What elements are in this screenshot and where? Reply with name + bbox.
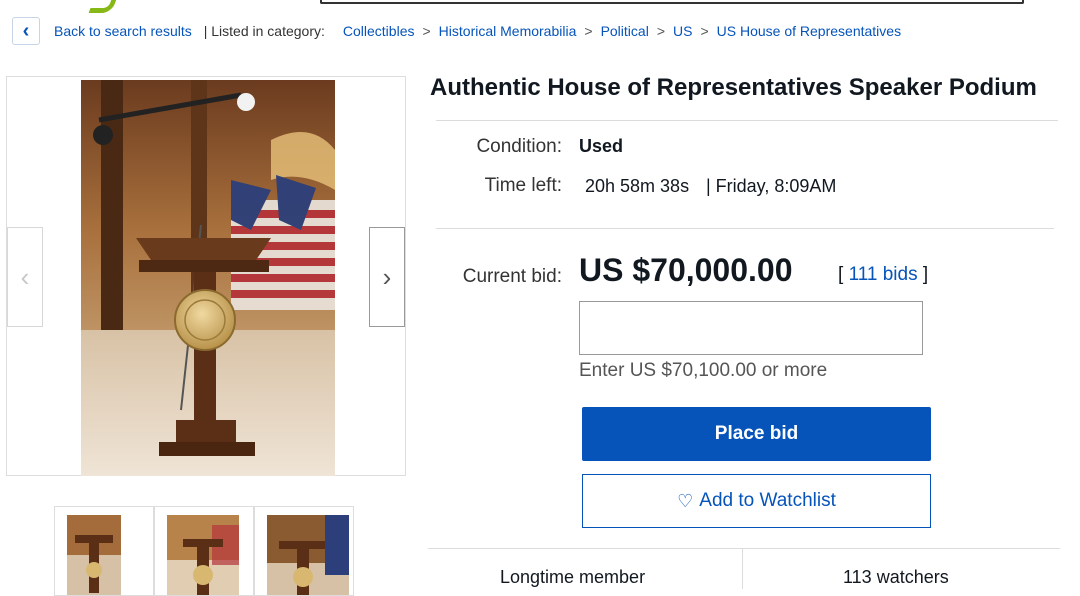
breadcrumb-bar: ‹ Back to search results | Listed in cat… xyxy=(12,16,901,46)
divider xyxy=(436,228,1054,229)
condition-value: Used xyxy=(579,136,624,156)
breadcrumb-us[interactable]: US xyxy=(673,23,692,39)
divider xyxy=(436,120,1058,121)
gallery-prev-button[interactable]: ‹ xyxy=(7,227,43,327)
time-left-value: 20h 58m 38s xyxy=(585,176,690,196)
bid-minimum-hint: Enter US $70,100.00 or more xyxy=(579,360,828,381)
breadcrumb-separator: > xyxy=(584,23,593,39)
time-left-label: Time left: xyxy=(484,175,562,196)
image-gallery: ‹ › xyxy=(6,76,406,476)
breadcrumb-historical-memorabilia[interactable]: Historical Memorabilia xyxy=(439,23,577,39)
bid-count: [ 111 bids ] xyxy=(838,264,929,285)
stats-divider xyxy=(742,549,743,589)
place-bid-button[interactable]: Place bid xyxy=(582,407,931,461)
thumbnail-strip xyxy=(54,506,354,596)
item-title: Authentic House of Representatives Speak… xyxy=(430,74,1037,101)
breadcrumb-political[interactable]: Political xyxy=(601,23,649,39)
auction-end-time: | Friday, 8:09AM xyxy=(706,176,837,196)
back-chevron-icon[interactable]: ‹ xyxy=(12,17,40,45)
back-to-search-link[interactable]: Back to search results xyxy=(54,23,192,39)
gallery-next-button[interactable]: › xyxy=(369,227,405,327)
watchlist-label: Add to Watchlist xyxy=(699,490,836,511)
bid-amount-input[interactable] xyxy=(579,301,923,355)
breadcrumb-collectibles[interactable]: Collectibles xyxy=(343,23,415,39)
current-bid-price: US $70,000.00 xyxy=(579,252,793,288)
breadcrumb-us-house[interactable]: US House of Representatives xyxy=(717,23,901,39)
place-bid-label: Place bid xyxy=(714,423,799,444)
condition-label: Condition: xyxy=(476,136,562,157)
listed-in-category-label: | Listed in category: xyxy=(203,23,325,39)
longtime-member-badge: Longtime member xyxy=(500,567,646,587)
watchers-count: 113 watchers xyxy=(843,567,949,587)
breadcrumb-separator: > xyxy=(422,23,431,39)
ebay-logo-fragment xyxy=(88,0,119,13)
search-bar-edge xyxy=(320,0,1024,4)
breadcrumb-separator: > xyxy=(700,23,709,39)
current-bid-label: Current bid: xyxy=(462,266,562,287)
add-to-watchlist-button[interactable]: ♡ Add to Watchlist xyxy=(582,474,931,528)
heart-icon: ♡ xyxy=(677,490,694,511)
main-podium-photo[interactable] xyxy=(81,80,335,476)
breadcrumb-separator: > xyxy=(656,23,665,39)
bid-history-link[interactable]: 111 bids xyxy=(849,264,918,285)
